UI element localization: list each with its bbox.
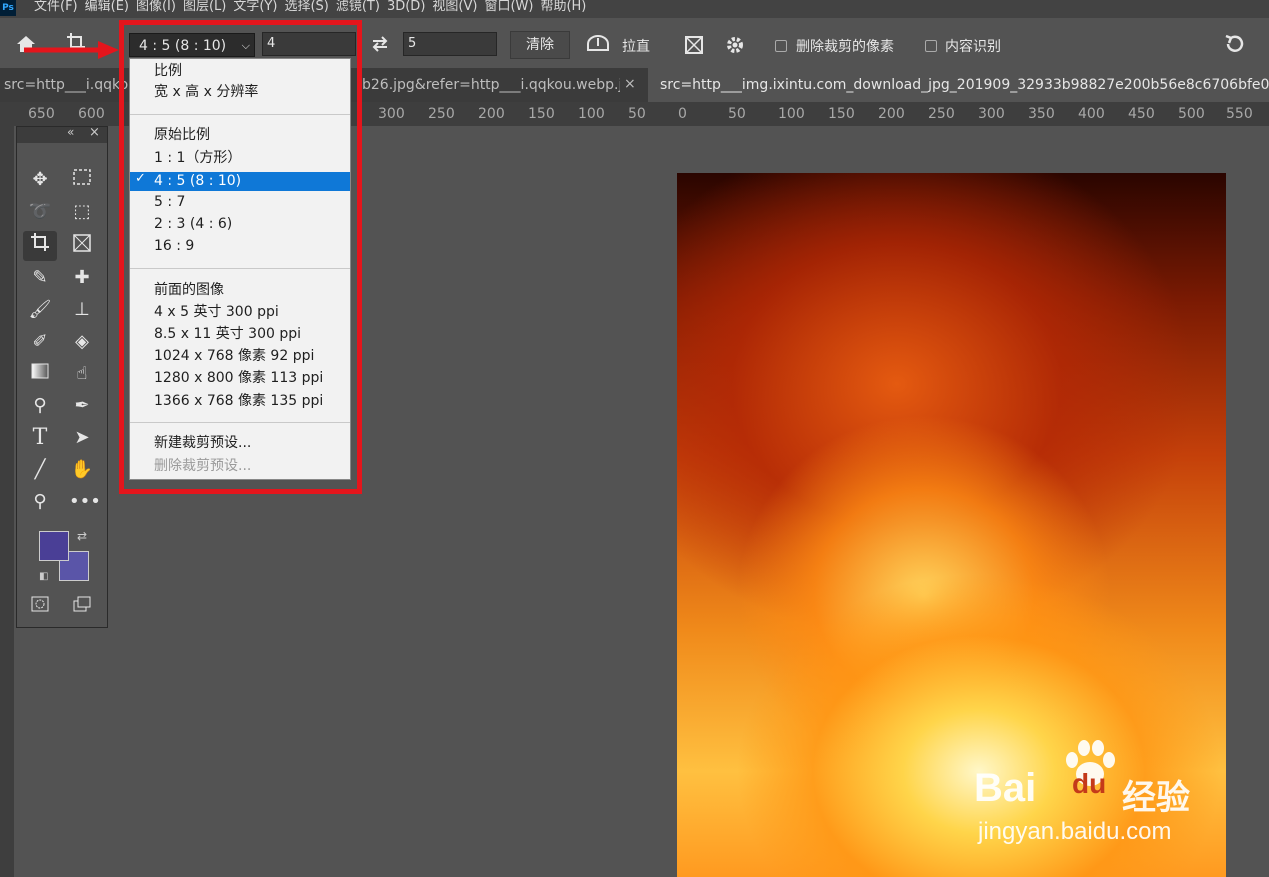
delete-pixels-checkbox[interactable] <box>775 40 787 52</box>
ruler-tick: 600 <box>78 106 105 122</box>
ruler-tick: 300 <box>378 106 405 122</box>
menu-select[interactable]: 选择(S) <box>284 0 335 16</box>
smudge-tool-icon[interactable]: ☝ <box>69 361 95 387</box>
ruler-tick: 150 <box>528 106 555 122</box>
ruler-tick: 550 <box>1226 106 1253 122</box>
straighten-icon[interactable] <box>586 34 610 54</box>
ruler-tick: 200 <box>478 106 505 122</box>
straighten-label[interactable]: 拉直 <box>622 36 650 56</box>
height-input[interactable]: 5 <box>403 32 497 56</box>
collapse-icon[interactable]: « <box>67 125 74 139</box>
ruler-tick: 250 <box>428 106 455 122</box>
stamp-tool-icon[interactable]: ⊥ <box>69 297 95 323</box>
menu-view[interactable]: 视图(V) <box>432 0 484 16</box>
ruler-tick: 250 <box>928 106 955 122</box>
tab-document-3[interactable]: src=http___img.ixintu.com_download_jpg_2… <box>648 68 1269 102</box>
menu-3d[interactable]: 3D(D) <box>387 0 432 16</box>
swap-icon[interactable] <box>370 35 390 53</box>
menu-image[interactable]: 图像(I) <box>136 0 183 16</box>
photoshop-logo: Ps <box>0 0 16 16</box>
ruler-tick: 500 <box>1178 106 1205 122</box>
watermark-brand-jingyan: 经验 <box>1122 778 1190 818</box>
ruler-tick: 0 <box>678 106 687 122</box>
swap-colors-icon[interactable]: ⇄ <box>77 529 87 543</box>
ruler-tick: 650 <box>28 106 55 122</box>
reset-icon[interactable] <box>1223 33 1245 55</box>
path-select-tool-icon[interactable]: ➤ <box>69 425 95 451</box>
gear-icon[interactable] <box>725 35 745 55</box>
menu-window[interactable]: 窗口(W) <box>484 0 540 16</box>
close-icon[interactable]: × <box>89 125 100 140</box>
eyedropper-tool-icon[interactable]: ✎ <box>27 265 53 291</box>
menu-type[interactable]: 文字(Y) <box>233 0 284 16</box>
move-tool-icon[interactable]: ✥ <box>27 167 53 193</box>
foreground-color-swatch[interactable] <box>39 531 69 561</box>
menu-edit[interactable]: 编辑(E) <box>85 0 136 16</box>
annotation-arrow-icon <box>24 41 119 59</box>
dodge-tool-icon[interactable]: ⚲ <box>27 393 53 419</box>
brush-tool-icon[interactable]: 🖌 <box>27 297 53 323</box>
default-colors-icon[interactable]: ◧ <box>39 571 48 582</box>
more-tools-icon[interactable]: ••• <box>69 489 101 515</box>
zoom-tool-icon[interactable]: ⚲ <box>27 489 53 515</box>
delete-pixels-label: 删除裁剪的像素 <box>796 39 894 55</box>
menu-help[interactable]: 帮助(H) <box>540 0 593 16</box>
ruler-tick: 50 <box>628 106 646 122</box>
menu-bar: Ps 文件(F) 编辑(E) 图像(I) 图层(L) 文字(Y) 选择(S) 滤… <box>0 0 1269 18</box>
ruler-tick: 100 <box>578 106 605 122</box>
ruler-tick: 450 <box>1128 106 1155 122</box>
content-aware-checkbox[interactable] <box>925 40 937 52</box>
ruler-tick: 100 <box>778 106 805 122</box>
ruler-tick: 50 <box>728 106 746 122</box>
watermark-url: jingyan.baidu.com <box>978 818 1172 845</box>
healing-brush-tool-icon[interactable]: ✚ <box>69 265 95 291</box>
frame-tool-icon[interactable] <box>69 233 95 259</box>
gradient-tool-icon[interactable] <box>27 361 53 387</box>
marquee-tool-icon[interactable] <box>69 167 95 193</box>
menu-filter[interactable]: 滤镜(T) <box>336 0 387 16</box>
vertical-ruler <box>0 126 14 877</box>
tab-document-1[interactable]: src=http___i.qqkou <box>4 68 129 102</box>
eraser-tool-icon[interactable]: ◈ <box>69 329 95 355</box>
screen-mode-icon[interactable] <box>69 595 95 621</box>
crop-tool-icon[interactable] <box>23 231 57 261</box>
ruler-tick: 400 <box>1078 106 1105 122</box>
object-select-tool-icon[interactable]: ⬚ <box>69 199 95 225</box>
ruler-tick: 350 <box>1028 106 1055 122</box>
quick-mask-icon[interactable] <box>27 595 53 621</box>
clear-button[interactable]: 清除 <box>510 31 570 59</box>
hand-tool-icon[interactable]: ✋ <box>69 457 95 483</box>
ruler-tick: 200 <box>878 106 905 122</box>
watermark-brand-du: du <box>1072 768 1107 799</box>
overlay-grid-icon[interactable] <box>683 34 705 56</box>
type-tool-icon[interactable]: T <box>27 425 53 451</box>
menu-items: 文件(F) 编辑(E) 图像(I) 图层(L) 文字(Y) 选择(S) 滤镜(T… <box>34 0 593 16</box>
close-icon[interactable]: × <box>624 76 636 92</box>
tools-panel-header: « × <box>17 125 107 143</box>
pen-tool-icon[interactable]: ✒ <box>69 393 95 419</box>
watermark-brand: Bai <box>974 766 1037 810</box>
baidu-jingyan-watermark: Bai du 经验 jingyan.baidu.com <box>972 738 1212 848</box>
ruler-tick: 300 <box>978 106 1005 122</box>
menu-file[interactable]: 文件(F) <box>34 0 85 16</box>
line-tool-icon[interactable]: ╱ <box>27 457 53 483</box>
annotation-highlight-box <box>119 20 362 494</box>
content-aware-label: 内容识别 <box>945 39 1001 55</box>
menu-layer[interactable]: 图层(L) <box>183 0 233 16</box>
tab-document-2[interactable]: b26.jpg&refer=http___i.qqkou.webp.jpg <box>362 68 620 102</box>
ruler-tick: 150 <box>828 106 855 122</box>
history-brush-tool-icon[interactable]: ✐ <box>27 329 53 355</box>
tools-panel: « × ✥ ➰ ⬚ ✎ ✚ 🖌 ⊥ ✐ ◈ ☝ ⚲ ✒ T ➤ ╱ ✋ ⚲ ••… <box>16 125 108 628</box>
lasso-tool-icon[interactable]: ➰ <box>27 199 53 225</box>
